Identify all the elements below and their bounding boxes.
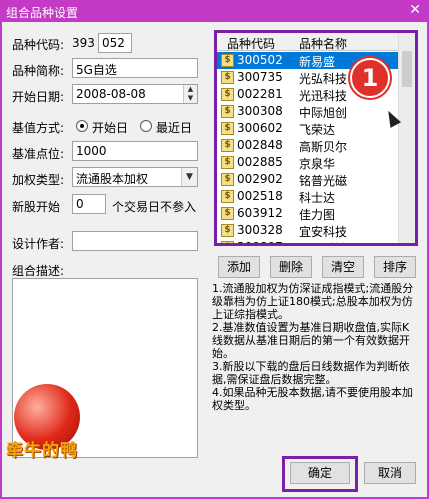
scrollbar-thumb[interactable] [402, 51, 412, 87]
stock-code: 300735 [237, 70, 283, 84]
chevron-down-icon[interactable]: ▼ [181, 168, 197, 186]
stock-icon: $ [221, 156, 234, 169]
stock-icon: $ [221, 139, 234, 152]
stock-icon: $ [221, 224, 234, 237]
stock-code: 002518 [237, 189, 283, 203]
start-date-value: 2008-08-08 [76, 87, 146, 101]
base-mode-recent-label: 最近日 [156, 121, 193, 135]
notes-text: 1.流通股加权为仿深证成指模式;流通股分级靠档为仿上证180模式;总股本加权为仿… [212, 282, 418, 412]
list-item[interactable]: $300308 中际旭创 [217, 103, 401, 120]
weight-type-label: 加权类型: [12, 173, 65, 187]
col-code-header[interactable]: 品种代码 [227, 35, 275, 52]
add-button[interactable]: 添加 [218, 256, 260, 278]
logo-text: 牵牛的鸭 [6, 441, 78, 461]
stock-icon: $ [221, 241, 234, 243]
stock-icon: $ [221, 122, 234, 135]
stock-code: 002848 [237, 138, 283, 152]
close-icon[interactable]: ✕ [409, 2, 421, 18]
stock-icon: $ [221, 173, 234, 186]
stock-icon: $ [221, 207, 234, 220]
stock-name: 宜安科技 [299, 225, 348, 239]
stock-name: 科士达 [299, 191, 336, 205]
new-stock-input[interactable]: 0 [72, 194, 106, 214]
list-scrollbar[interactable] [398, 33, 415, 243]
new-stock-suffix: 个交易日不参入 [112, 200, 197, 214]
designer-label: 设计作者: [12, 237, 65, 251]
designer-input[interactable] [72, 231, 198, 251]
base-mode-start-radio[interactable] [76, 120, 88, 132]
date-spinner[interactable]: ▲ ▼ [183, 85, 197, 103]
stock-icon: $ [221, 71, 234, 84]
stock-name: 光迅科技 [299, 89, 348, 103]
list-item[interactable]: $002885 京泉华 [217, 154, 401, 171]
stock-icon: $ [221, 54, 234, 67]
stock-code: 300502 [237, 53, 283, 67]
stock-name: 佳力图 [299, 208, 336, 222]
annotation-badge: 1 [350, 58, 390, 98]
code-label: 品种代码: [12, 38, 65, 52]
base-points-label: 基准点位: [12, 147, 65, 161]
stock-name: 高斯贝尔 [299, 140, 348, 154]
stock-icon: $ [221, 105, 234, 118]
stock-name: 新易盛 [299, 55, 336, 69]
stock-code: 002902 [237, 172, 283, 186]
short-name-label: 品种简称: [12, 64, 65, 78]
note-paragraph: 3.新股以下载的盘后日线数据作为判断依据,需保证盘后数据完整。 [212, 360, 410, 386]
stock-icon: $ [221, 190, 234, 203]
stock-code: 300602 [237, 121, 283, 135]
logo: 牵牛的鸭 [6, 384, 92, 484]
list-item[interactable]: $300602 飞荣达 [217, 120, 401, 137]
list-item[interactable]: $300807 天迈科技 [217, 239, 401, 243]
stock-name: 京泉华 [299, 157, 336, 171]
stock-code: 002281 [237, 87, 283, 101]
title-bar: 组合品种设置 ✕ [0, 0, 429, 22]
list-item[interactable]: $300328 宜安科技 [217, 222, 401, 239]
list-header: 品种代码 品种名称 [217, 33, 401, 51]
stock-code: 300308 [237, 104, 283, 118]
stock-code: 300807 [237, 240, 283, 243]
ok-button[interactable]: 确定 [290, 462, 350, 484]
short-name-input[interactable]: 5G自选 [72, 58, 198, 78]
base-mode-label: 基值方式: [12, 121, 65, 135]
new-stock-label: 新股开始 [12, 200, 61, 214]
stock-icon: $ [221, 88, 234, 101]
code-prefix: 393 [72, 36, 95, 50]
stock-code: 603912 [237, 206, 283, 220]
weight-type-select[interactable]: 流通股本加权 ▼ [72, 167, 198, 187]
stock-list[interactable]: 品种代码 品种名称 $300502 新易盛 $300735 光弘科技 $002281 光迅… [214, 30, 418, 246]
sort-button[interactable]: 排序 [374, 256, 416, 278]
note-paragraph: 2.基准数值设置为基准日期收盘值,实际K线数据从基准日期后的第一个有效数据开始。 [212, 321, 410, 360]
start-date-picker[interactable]: 2008-08-08 ▲ ▼ [72, 84, 198, 104]
note-paragraph: 1.流通股加权为仿深证成指模式;流通股分级靠档为仿上证180模式;总股本加权为仿… [212, 282, 414, 321]
stock-name: 光弘科技 [299, 72, 348, 86]
stock-name: 天迈科技 [299, 240, 347, 243]
list-item[interactable]: $002518 科士达 [217, 188, 401, 205]
stock-name: 铭普光磁 [299, 174, 348, 188]
window-title: 组合品种设置 [6, 6, 79, 20]
delete-button[interactable]: 删除 [270, 256, 312, 278]
col-name-header[interactable]: 品种名称 [299, 35, 347, 52]
stock-code: 002885 [237, 155, 283, 169]
stock-code: 300328 [237, 223, 283, 237]
list-item[interactable]: $603912 佳力图 [217, 205, 401, 222]
stock-name: 中际旭创 [299, 106, 348, 120]
base-mode-recent-radio[interactable] [140, 120, 152, 132]
weight-type-value: 流通股本加权 [76, 172, 149, 186]
list-item[interactable]: $002848 高斯贝尔 [217, 137, 401, 154]
stock-name: 飞荣达 [299, 123, 336, 137]
clear-button[interactable]: 清空 [322, 256, 364, 278]
note-paragraph: 4.如果品种无股本数据,请不要使用股本加权类型。 [212, 386, 413, 412]
base-mode-start-label: 开始日 [92, 121, 129, 135]
base-points-input[interactable]: 1000 [72, 141, 198, 161]
desc-label: 组合描述: [12, 264, 65, 278]
cancel-button[interactable]: 取消 [364, 462, 416, 484]
code-input[interactable]: 052 [98, 33, 132, 53]
start-date-label: 开始日期: [12, 90, 65, 104]
list-item[interactable]: $002902 铭普光磁 [217, 171, 401, 188]
